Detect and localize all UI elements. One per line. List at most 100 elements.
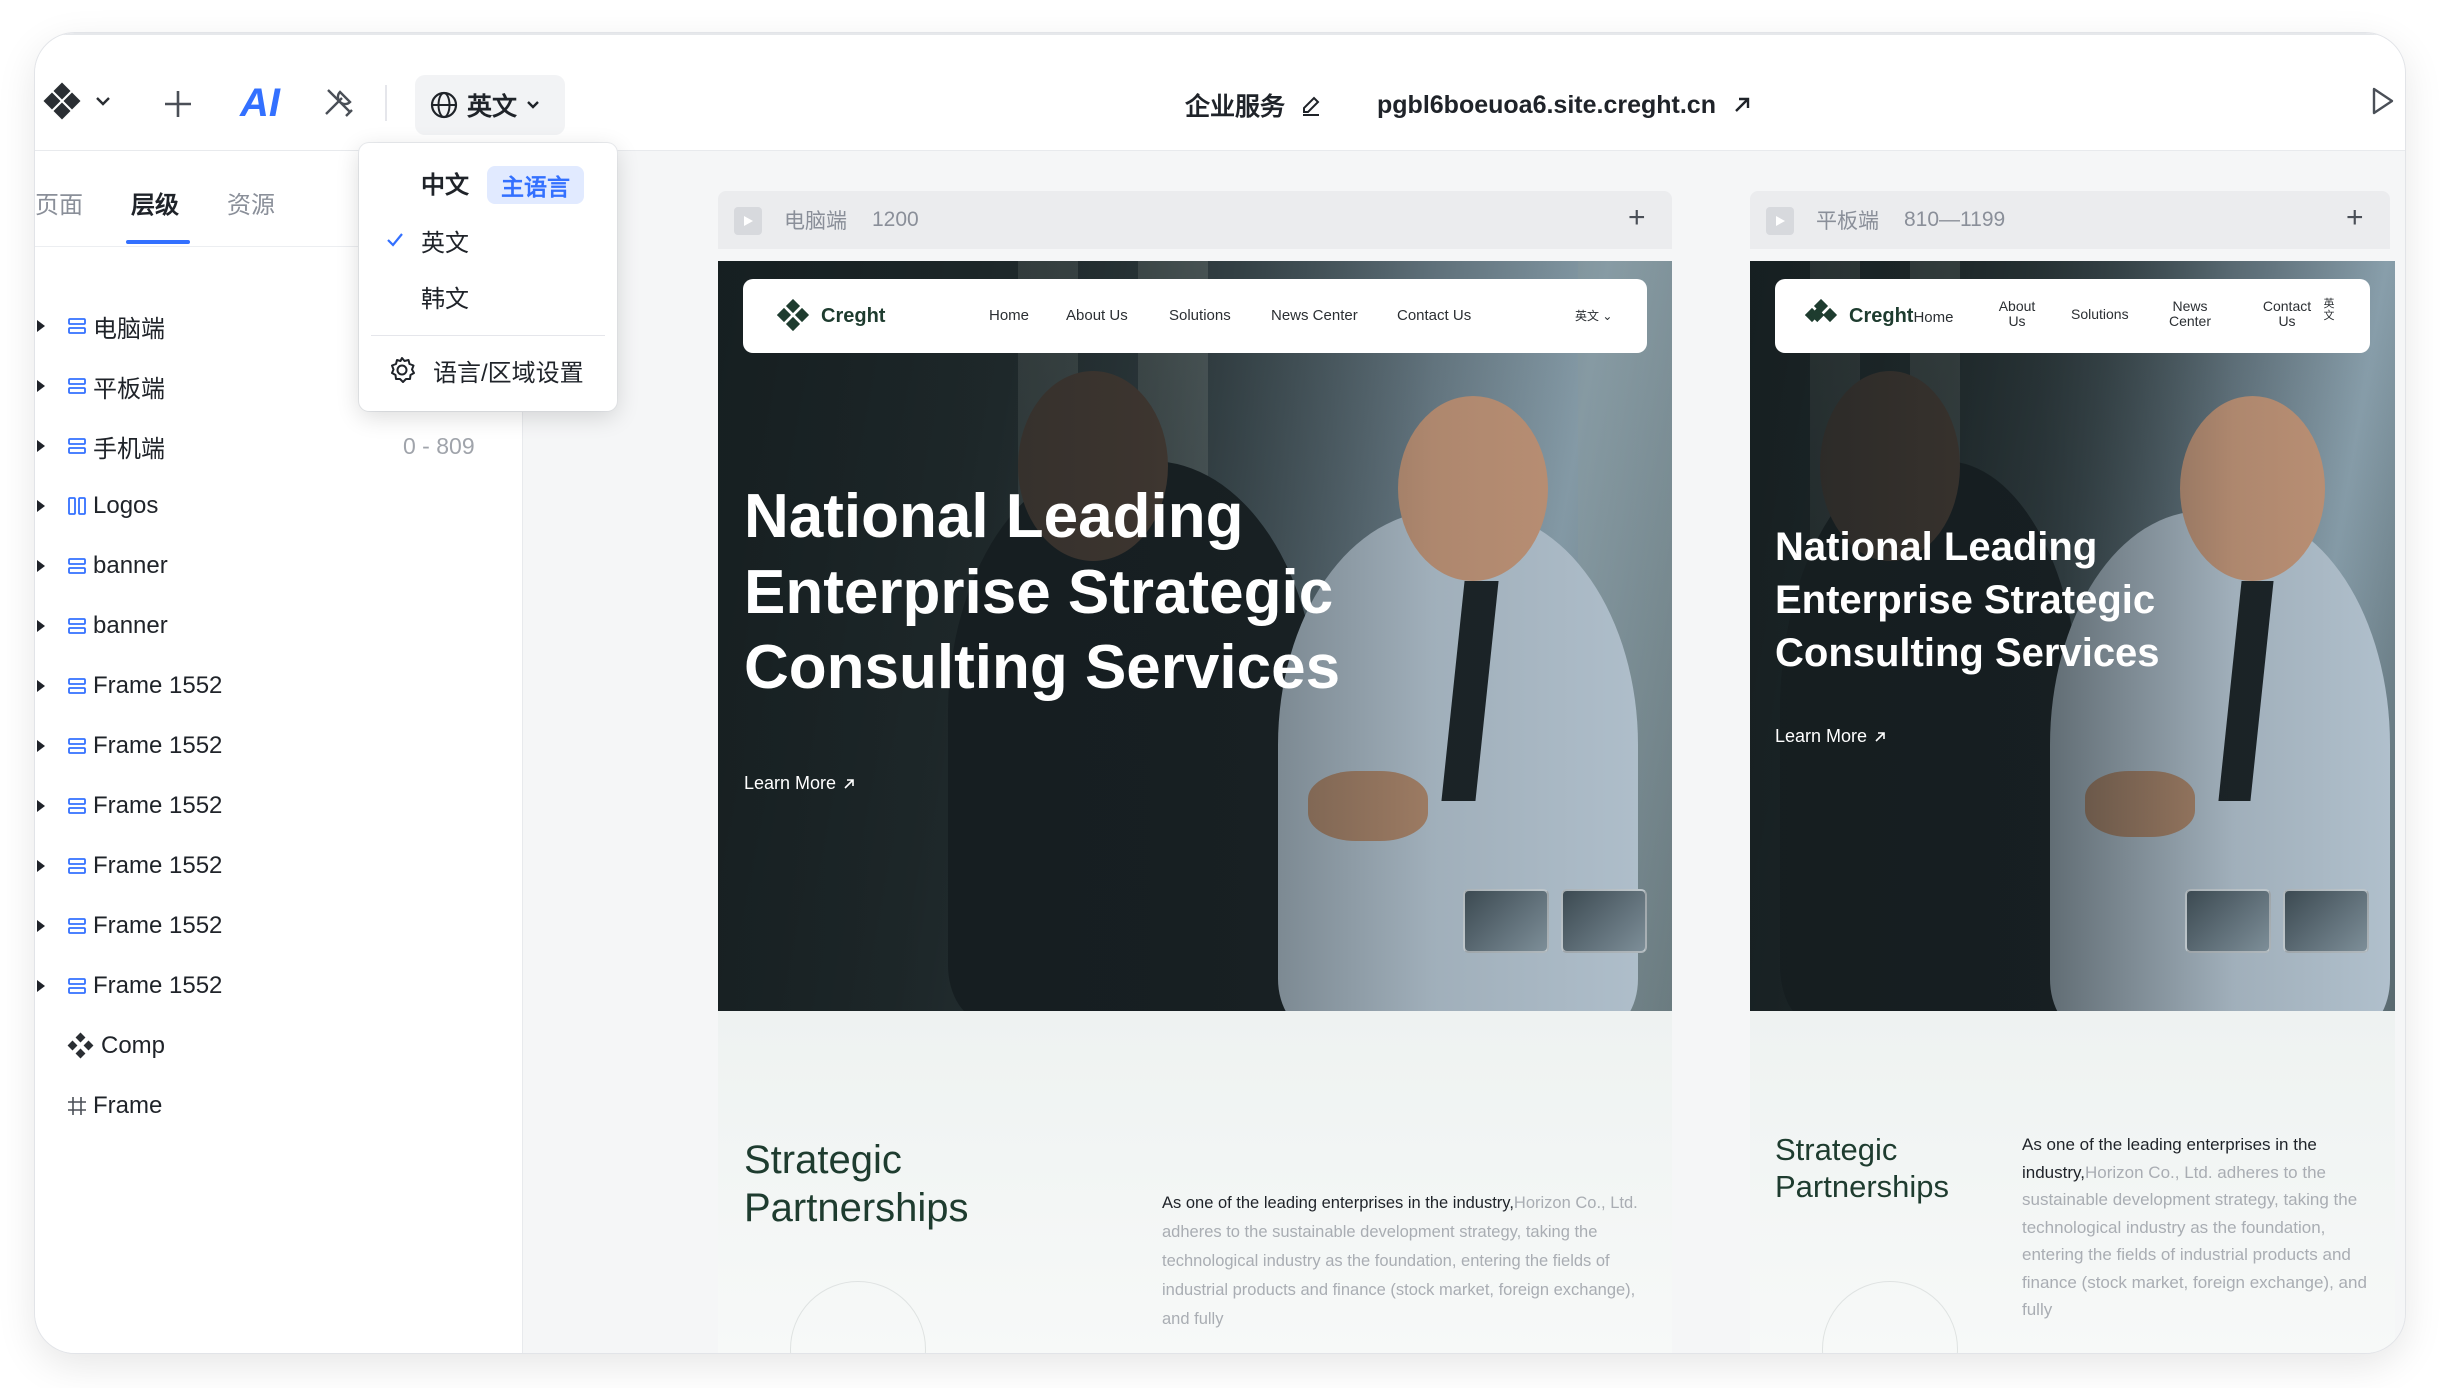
layer-item[interactable]: Frame	[35, 1081, 523, 1131]
top-toolbar: AI 英文 企业服务 pgbl6boeuoa6.site.creght.cn	[35, 33, 2405, 151]
learn-more-link[interactable]: Learn More	[744, 773, 856, 794]
tab-pages[interactable]: 页面	[35, 185, 83, 220]
lang-option-primary[interactable]: 中文 主语言	[359, 157, 617, 207]
site-logo[interactable]: Creght	[777, 299, 885, 333]
expand-caret-icon[interactable]	[37, 980, 45, 992]
lang-option-english[interactable]: 英文	[359, 215, 617, 265]
section-title-line: Partnerships	[744, 1186, 969, 1230]
layer-item[interactable]: Frame 1552	[35, 721, 523, 771]
learn-more-label: Learn More	[744, 773, 837, 793]
expand-caret-icon[interactable]	[37, 740, 45, 752]
nav-news[interactable]: News Center	[1271, 308, 1358, 324]
hero-title-line: National Leading	[744, 482, 1244, 551]
section-title-line: Partnerships	[1775, 1169, 1950, 1205]
expand-caret-icon[interactable]	[37, 680, 45, 692]
site-url-link[interactable]: pgbl6boeuoa6.site.creght.cn	[1377, 91, 1716, 120]
dropdown-divider	[371, 335, 605, 336]
layer-item[interactable]: 手机端 0 - 809	[35, 421, 523, 471]
layer-label: 手机端	[93, 435, 165, 463]
section-title-line: Strategic	[744, 1138, 902, 1182]
expand-caret-icon[interactable]	[37, 440, 45, 452]
lang-option-korean[interactable]: 韩文	[359, 271, 617, 321]
language-switch-button[interactable]: 英文	[415, 75, 565, 135]
expand-caret-icon[interactable]	[37, 860, 45, 872]
site-language-switch[interactable]: 英文	[2323, 298, 2335, 322]
nav-home[interactable]: Home	[1913, 309, 1953, 326]
layer-item[interactable]: Frame 1552	[35, 661, 523, 711]
site-logo[interactable]: CreghtHome	[1805, 299, 1953, 333]
stack-icon	[67, 736, 87, 756]
language-settings-item[interactable]: 语言/区域设置	[359, 345, 617, 395]
hero-title-line: Enterprise Strategic	[744, 557, 1334, 627]
site-navbar-tablet: CreghtHome About Us Solutions News Cente…	[1775, 279, 2370, 353]
tab-resources[interactable]: 资源	[227, 185, 275, 220]
hero-thumbnail[interactable]	[1463, 889, 1549, 953]
nav-about[interactable]: About Us	[1995, 299, 2039, 329]
add-breakpoint-button[interactable]: +	[1628, 203, 1646, 233]
layer-label: Comp	[101, 1032, 166, 1059]
nav-home[interactable]: Home	[989, 308, 1029, 324]
hero-thumbnail[interactable]	[2185, 889, 2271, 953]
frame-play-icon[interactable]	[734, 207, 762, 235]
learn-more-label: Learn More	[1775, 726, 1868, 746]
frame-device-label: 电脑端	[784, 210, 847, 233]
tablet-hero-banner[interactable]: CreghtHome About Us Solutions News Cente…	[1750, 261, 2395, 1011]
hero-thumbnail[interactable]	[2283, 889, 2369, 953]
expand-caret-icon[interactable]	[37, 800, 45, 812]
edit-pencil-icon[interactable]	[1299, 93, 1323, 117]
section-body: As one of the leading enterprises in the…	[1162, 1189, 1652, 1333]
hero-thumbnails	[2185, 889, 2369, 953]
brand-name: Creght	[1849, 304, 1914, 327]
nav-solutions[interactable]: Solutions	[1169, 308, 1231, 324]
logo-menu-button[interactable]	[35, 79, 119, 123]
design-canvas[interactable]: 电脑端 1200 + 平板端 810—1199 + Creght Home Ab…	[524, 151, 2405, 1353]
nav-news[interactable]: News Center	[2165, 299, 2215, 329]
site-name: 企业服务	[1185, 93, 1286, 121]
app-window: AI 英文 企业服务 pgbl6boeuoa6.site.creght.cn 页…	[35, 33, 2405, 1353]
preview-button[interactable]	[2365, 81, 2399, 121]
expand-caret-icon[interactable]	[37, 560, 45, 572]
tab-layers[interactable]: 层级	[131, 185, 179, 220]
site-language-switch[interactable]: 英文 ⌄	[1575, 309, 1612, 323]
decorative-circle	[790, 1281, 926, 1353]
nav-contact[interactable]: Contact Us	[2257, 299, 2317, 329]
layer-item[interactable]: Logos	[35, 481, 523, 531]
hero-title-line: Enterprise Strategic	[1775, 578, 2156, 623]
add-button[interactable]	[153, 79, 203, 129]
arrow-up-right-icon	[844, 778, 854, 789]
layer-item[interactable]: banner	[35, 601, 523, 651]
frame-label-tablet[interactable]: 平板端 810—1199 +	[1750, 191, 2390, 249]
expand-caret-icon[interactable]	[37, 620, 45, 632]
desktop-hero-banner[interactable]: Creght Home About Us Solutions News Cent…	[718, 261, 1672, 1011]
external-link-icon[interactable]	[1730, 93, 1754, 117]
nav-about[interactable]: About Us	[1066, 308, 1128, 324]
play-icon	[2372, 87, 2394, 115]
nav-solutions[interactable]: Solutions	[2071, 307, 2129, 322]
layer-item[interactable]: Frame 1552	[35, 961, 523, 1011]
layer-item[interactable]: Frame 1552	[35, 781, 523, 831]
expand-caret-icon[interactable]	[37, 380, 45, 392]
ai-button[interactable]: AI	[225, 75, 295, 131]
brand-diamond-icon	[777, 299, 810, 332]
learn-more-link[interactable]: Learn More	[1775, 726, 1887, 747]
layer-item[interactable]: Frame 1552	[35, 901, 523, 951]
layer-item[interactable]: banner	[35, 541, 523, 591]
stack-icon	[67, 436, 87, 456]
hero-thumbnail[interactable]	[1561, 889, 1647, 953]
add-breakpoint-button[interactable]: +	[2346, 203, 2364, 233]
frame-label-desktop[interactable]: 电脑端 1200 +	[718, 191, 1672, 249]
layer-label: Frame 1552	[93, 852, 223, 879]
layer-item[interactable]: Comp	[35, 1021, 523, 1071]
expand-caret-icon[interactable]	[37, 920, 45, 932]
layer-item[interactable]: Frame 1552	[35, 841, 523, 891]
expand-caret-icon[interactable]	[37, 500, 45, 512]
nav-contact[interactable]: Contact Us	[1397, 308, 1471, 324]
stack-icon	[67, 976, 87, 996]
active-tab-indicator	[126, 240, 190, 244]
tools-button[interactable]	[313, 77, 365, 129]
layer-label: banner	[93, 612, 168, 639]
expand-caret-icon[interactable]	[37, 320, 45, 332]
lang-primary-label: 中文	[421, 171, 469, 199]
frame-play-icon[interactable]	[1766, 207, 1794, 235]
hero-title-line: National Leading	[1775, 525, 2098, 569]
